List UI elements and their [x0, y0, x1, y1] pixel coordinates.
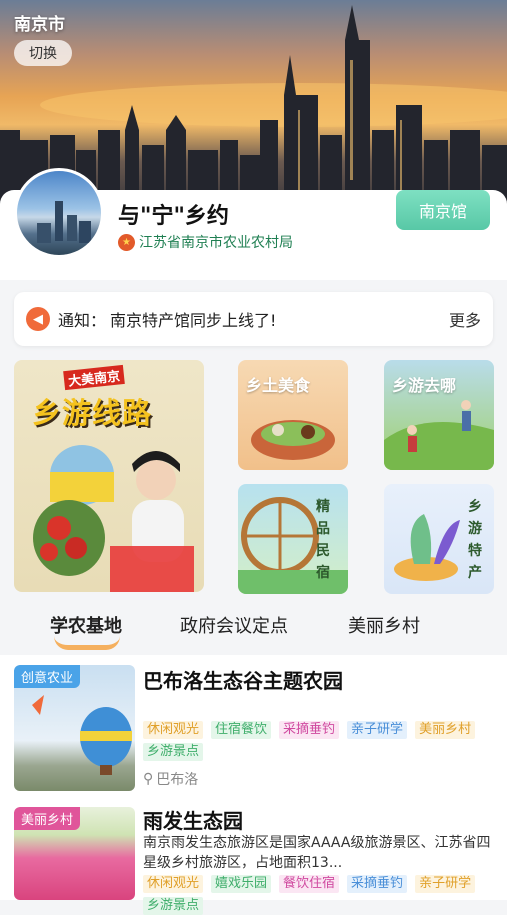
- list-item[interactable]: 创意农业 巴布洛生态谷主题农园 休闲观光 住宿餐饮 采摘垂钓 亲子研学 美丽乡村…: [0, 665, 507, 795]
- category-tabs: 学农基地 政府会议定点 美丽乡村: [0, 608, 507, 650]
- pavilion-button[interactable]: 南京馆: [396, 190, 490, 230]
- item-badge: 创意农业: [14, 665, 81, 688]
- food-title: 乡土美食: [246, 376, 311, 395]
- tag: 美丽乡村: [415, 721, 476, 739]
- tag: 亲子研学: [415, 875, 476, 893]
- tag: 餐饮住宿: [279, 875, 340, 893]
- item-tags: 休闲观光 嬉戏乐园 餐饮住宿 采摘垂钓 亲子研学 乡游景点: [143, 875, 493, 915]
- notice-label: 通知：: [58, 311, 107, 330]
- tag: 采摘垂钓: [279, 721, 340, 739]
- tag: 乡游景点: [143, 743, 204, 761]
- item-location: ⚲ 巴布洛: [143, 769, 198, 789]
- route-title: 乡游线路: [32, 396, 153, 430]
- item-thumbnail: 创意农业: [14, 665, 135, 791]
- item-badge: 美丽乡村: [14, 807, 81, 830]
- tag: 嬉戏乐园: [211, 875, 272, 893]
- list-item[interactable]: 美丽乡村 雨发生态园 南京雨发生态旅游区是国家AAAA级旅游景区、江苏省四星级乡…: [0, 805, 507, 915]
- location-text: 巴布洛: [156, 772, 199, 788]
- tag: 住宿餐饮: [211, 721, 272, 739]
- notice-more-link[interactable]: 更多: [449, 307, 481, 331]
- item-title: 巴布洛生态谷主题农园: [143, 669, 343, 693]
- item-thumbnail: 美丽乡村: [14, 807, 135, 900]
- tile-homestay[interactable]: 精品民宿: [238, 484, 348, 594]
- tag: 休闲观光: [143, 721, 204, 739]
- item-title: 雨发生态园: [143, 809, 243, 833]
- switch-city-button[interactable]: 切换: [14, 40, 72, 66]
- tab-active-indicator: [54, 636, 120, 650]
- tile-food[interactable]: 乡土美食: [238, 360, 348, 470]
- current-city: 南京市: [14, 15, 65, 35]
- tab-study-base[interactable]: 学农基地: [50, 612, 122, 638]
- location-pin-icon: ⚲: [143, 771, 154, 787]
- emblem-icon: ★: [118, 233, 135, 251]
- notice-bar[interactable]: ◀ 通知： 南京特产馆同步上线了! 更多: [14, 292, 493, 346]
- tag: 亲子研学: [347, 721, 408, 739]
- page-title: 与"宁"乡约: [118, 204, 229, 229]
- where-title: 乡游去哪: [392, 376, 457, 395]
- tile-where[interactable]: 乡游去哪: [384, 360, 494, 470]
- megaphone-icon: ◀: [26, 307, 50, 331]
- attraction-list: 创意农业 巴布洛生态谷主题农园 休闲观光 住宿餐饮 采摘垂钓 亲子研学 美丽乡村…: [0, 655, 507, 915]
- tile-route[interactable]: 大美南京 乡游线路: [14, 360, 204, 592]
- org-line: ★ 江苏省南京市农业农村局: [118, 232, 293, 252]
- avatar: [14, 168, 104, 258]
- tile-specialty[interactable]: 乡游特产: [384, 484, 494, 594]
- item-tags: 休闲观光 住宿餐饮 采摘垂钓 亲子研学 美丽乡村 乡游景点: [143, 721, 493, 761]
- specialty-title: 乡游特产: [468, 499, 482, 581]
- homestay-title: 精品民宿: [316, 499, 330, 581]
- org-name: 江苏省南京市农业农村局: [139, 235, 293, 251]
- item-description: 南京雨发生态旅游区是国家AAAA级旅游景区、江苏省四星级乡村旅游区，占地面积13…: [143, 835, 491, 871]
- tab-gov-meeting[interactable]: 政府会议定点: [180, 612, 288, 638]
- tag: 采摘垂钓: [347, 875, 408, 893]
- tag: 休闲观光: [143, 875, 204, 893]
- tab-beautiful-village[interactable]: 美丽乡村: [348, 612, 420, 638]
- notice-text: 南京特产馆同步上线了!: [110, 311, 277, 330]
